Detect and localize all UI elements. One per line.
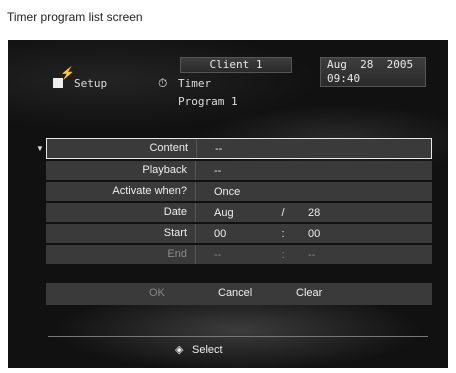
end-minute: --: [308, 248, 316, 261]
date-label: Aug 28 2005: [327, 58, 414, 71]
footer-divider: [48, 336, 428, 337]
figure-caption: Timer program list screen: [7, 10, 143, 24]
time-separator: :: [281, 248, 285, 261]
row-end: End -- : --: [46, 245, 432, 264]
time-label: 09:40: [327, 72, 361, 85]
row-label: End: [46, 245, 196, 264]
program-label: Program 1: [178, 95, 238, 108]
tv-screen: Client 1 Aug 28 2005 09:40 ⚡ Setup ⏱ Tim…: [8, 40, 448, 368]
client-label: Client 1: [180, 57, 292, 73]
row-label: Start: [46, 224, 196, 243]
row-label: Date: [46, 203, 196, 222]
date-day: 28: [308, 206, 321, 219]
row-value: -- : --: [196, 249, 315, 261]
start-minute: 00: [308, 227, 321, 240]
date-month: Aug: [214, 206, 234, 219]
time-separator: :: [281, 227, 285, 240]
row-value: --: [214, 164, 222, 177]
row-content[interactable]: Content --: [46, 138, 432, 159]
setup-label: Setup: [74, 77, 108, 90]
selection-arrow-icon: ▼: [36, 144, 44, 153]
row-start[interactable]: Start 00 : 00: [46, 224, 432, 243]
row-label: Activate when?: [46, 182, 196, 201]
row-activate-when[interactable]: Activate when? Once: [46, 182, 432, 201]
diamond-nav-icon: ◈: [175, 344, 184, 356]
select-hint: Select: [192, 344, 223, 356]
row-value: --: [215, 142, 223, 155]
cancel-button[interactable]: Cancel: [218, 287, 252, 299]
button-bar: OK Cancel Clear: [46, 283, 432, 305]
row-value: Aug / 28: [196, 207, 320, 219]
start-hour: 00: [214, 227, 227, 240]
row-label: Playback: [46, 161, 196, 180]
date-separator: /: [281, 206, 285, 219]
clear-button[interactable]: Clear: [296, 287, 322, 299]
row-date[interactable]: Date Aug / 28: [46, 203, 432, 222]
ok-button[interactable]: OK: [149, 287, 165, 299]
program-settings-list: Content -- Playback -- Activate when? On…: [46, 138, 432, 266]
timer-icon: ⏱: [158, 76, 168, 90]
timer-label: Timer: [178, 77, 212, 90]
date-time-box: Aug 28 2005 09:40: [320, 57, 426, 87]
row-playback[interactable]: Playback --: [46, 161, 432, 180]
row-value: Once: [214, 185, 241, 198]
setup-icon: [53, 78, 63, 88]
row-label: Content: [47, 139, 197, 158]
row-value: 00 : 00: [196, 228, 320, 240]
end-hour: --: [214, 248, 222, 261]
